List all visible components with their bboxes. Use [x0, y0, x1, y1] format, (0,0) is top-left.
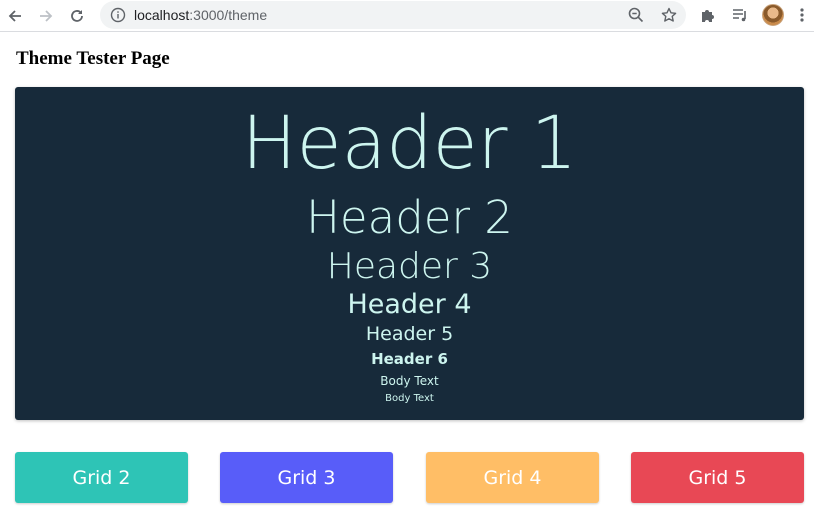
theme-preview-panel: Header 1 Header 2 Header 3 Header 4 Head…	[15, 87, 804, 420]
zoom-out-icon	[628, 7, 644, 23]
header-1-sample: Header 1	[241, 101, 578, 186]
extensions-button[interactable]	[698, 5, 718, 25]
reload-button[interactable]	[66, 5, 88, 27]
grid-5-button[interactable]: Grid 5	[631, 452, 804, 503]
grid-4-label: Grid 4	[483, 466, 542, 489]
arrow-left-icon	[8, 10, 21, 22]
header-4-sample: Header 4	[347, 289, 472, 320]
grid-2-button[interactable]: Grid 2	[15, 452, 188, 503]
url-host: localhost	[134, 7, 190, 23]
star-icon	[661, 7, 677, 22]
bookmark-button[interactable]	[660, 6, 678, 24]
reading-list-icon	[733, 9, 746, 22]
header-3-sample: Header 3	[326, 246, 493, 287]
menu-button[interactable]	[795, 5, 809, 25]
reading-list-button[interactable]	[730, 5, 750, 25]
kebab-menu-icon	[800, 8, 804, 22]
grid-3-label: Grid 3	[277, 466, 336, 489]
zoom-button[interactable]	[627, 6, 645, 24]
info-icon[interactable]	[110, 7, 126, 23]
grid-3-button[interactable]: Grid 3	[220, 452, 393, 503]
body-text-sample: Body Text	[380, 374, 439, 388]
browser-toolbar: localhost:3000/theme	[0, 0, 814, 32]
url-path: :3000/theme	[189, 7, 268, 23]
puzzle-icon	[702, 10, 714, 22]
back-button[interactable]	[4, 5, 26, 27]
header-6-sample: Header 6	[371, 350, 448, 368]
header-5-sample: Header 5	[365, 323, 454, 345]
grid-4-button[interactable]: Grid 4	[426, 452, 599, 503]
body-text-small-sample: Body Text	[385, 393, 434, 404]
url-text: localhost:3000/theme	[134, 7, 267, 23]
address-bar[interactable]: localhost:3000/theme	[100, 1, 686, 29]
page-title: Theme Tester Page	[16, 48, 170, 69]
forward-button[interactable]	[35, 5, 57, 27]
grid-2-label: Grid 2	[72, 466, 131, 489]
grid-5-label: Grid 5	[688, 466, 747, 489]
header-2-sample: Header 2	[306, 191, 513, 244]
arrow-right-icon	[40, 10, 53, 22]
profile-avatar[interactable]	[762, 4, 784, 26]
reload-icon	[71, 10, 83, 22]
